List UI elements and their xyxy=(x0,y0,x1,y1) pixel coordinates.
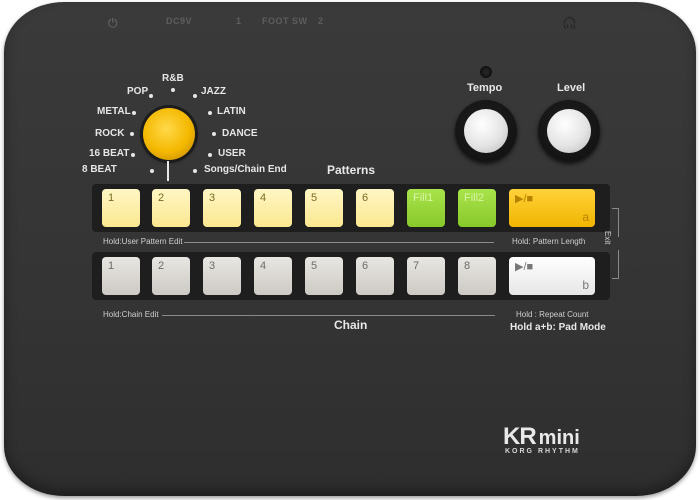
logo-mini: mini xyxy=(538,427,580,449)
pattern-pad-fill2[interactable]: Fill2 xyxy=(458,189,496,227)
pattern-pad-4[interactable]: 4 xyxy=(254,189,292,227)
exit-label: Exit xyxy=(603,231,612,245)
hold-divider xyxy=(184,242,494,243)
play-stop-b-label: ▶/■ xyxy=(515,261,534,273)
style-option-songs-chain-end: Songs/Chain End xyxy=(204,164,287,175)
pattern-pad-1[interactable]: 1 xyxy=(102,189,140,227)
headphone-icon: 🎧 xyxy=(562,16,578,30)
chain-pad-7[interactable]: 7 xyxy=(407,257,445,295)
chain-pad-5[interactable]: 5 xyxy=(305,257,343,295)
style-dot xyxy=(193,94,197,98)
logo-subtitle: KORG RHYTHM xyxy=(505,448,580,455)
dc-input-label: DC9V xyxy=(166,16,193,26)
chain-pad-1[interactable]: 1 xyxy=(102,257,140,295)
style-dot xyxy=(149,94,153,98)
chain-title: Chain xyxy=(334,318,368,332)
chain-pad-row: 1 2 3 4 5 6 7 8 ▶/■ b xyxy=(92,252,610,300)
play-stop-a-label: ▶/■ xyxy=(515,193,534,205)
style-option-16beat: 16 BEAT xyxy=(89,148,130,159)
patterns-title: Patterns xyxy=(327,163,376,177)
foot-sw-label: FOOT SW xyxy=(262,16,308,26)
chain-pad-4[interactable]: 4 xyxy=(254,257,292,295)
style-selector-knob[interactable] xyxy=(143,108,195,160)
chain-pad-8[interactable]: 8 xyxy=(458,257,496,295)
pattern-pad-3[interactable]: 3 xyxy=(203,189,241,227)
play-stop-b-button[interactable]: ▶/■ b xyxy=(509,257,595,295)
patterns-pad-row: 1 2 3 4 5 6 Fill1 Fill2 ▶/■ a xyxy=(92,184,610,232)
style-option-8beat: 8 BEAT xyxy=(82,164,117,175)
pattern-pad-2[interactable]: 2 xyxy=(152,189,190,227)
pattern-pad-6[interactable]: 6 xyxy=(356,189,394,227)
drum-machine-body xyxy=(4,2,696,496)
hold-chain-edit: Hold:Chain Edit xyxy=(103,310,159,319)
hold-user-pattern-edit: Hold:User Pattern Edit xyxy=(103,237,183,246)
style-dot xyxy=(193,169,197,173)
style-dot xyxy=(130,132,134,136)
foot-sw-2-label: 2 xyxy=(318,16,324,26)
style-option-pop: POP xyxy=(127,86,149,97)
play-stop-a-sub: a xyxy=(582,210,589,224)
style-dot xyxy=(171,88,175,92)
style-option-jazz: JAZZ xyxy=(201,86,226,97)
tempo-led xyxy=(481,67,491,77)
selector-indicator xyxy=(167,161,169,181)
foot-sw-1-label: 1 xyxy=(236,16,242,26)
connector-strip: ⏻ DC9V 1 FOOT SW 2 🎧 xyxy=(0,10,700,34)
style-option-metal: METAL xyxy=(97,106,131,117)
pattern-pad-5[interactable]: 5 xyxy=(305,189,343,227)
style-option-rock: ROCK xyxy=(95,128,125,139)
style-dot xyxy=(131,153,135,157)
kr-mini-logo: KR mini KORG RHYTHM xyxy=(503,423,580,455)
chain-pad-3[interactable]: 3 xyxy=(203,257,241,295)
style-dot xyxy=(208,111,212,115)
style-dot xyxy=(132,111,136,115)
pattern-pad-fill1[interactable]: Fill1 xyxy=(407,189,445,227)
tempo-knob[interactable] xyxy=(455,100,517,162)
style-dot xyxy=(150,169,154,173)
style-dot xyxy=(212,132,216,136)
chain-pad-2[interactable]: 2 xyxy=(152,257,190,295)
style-option-latin: LATIN xyxy=(217,106,246,117)
hold-pattern-length: Hold: Pattern Length xyxy=(512,237,586,246)
chain-pad-6[interactable]: 6 xyxy=(356,257,394,295)
power-icon[interactable]: ⏻ xyxy=(108,16,118,31)
play-stop-b-sub: b xyxy=(582,278,589,292)
tempo-label: Tempo xyxy=(467,82,503,94)
tempo-knob-cap xyxy=(464,109,508,153)
style-dot xyxy=(208,153,212,157)
style-option-user: USER xyxy=(218,148,246,159)
exit-bracket-bottom xyxy=(612,250,619,279)
style-option-dance: DANCE xyxy=(222,128,258,139)
style-option-rnb: R&B xyxy=(162,73,184,84)
chain-hold-divider xyxy=(162,315,495,316)
play-stop-a-button[interactable]: ▶/■ a xyxy=(509,189,595,227)
pad-mode-label: Hold a+b: Pad Mode xyxy=(510,322,606,333)
level-knob[interactable] xyxy=(538,100,600,162)
logo-kr: KR xyxy=(503,423,537,450)
level-label: Level xyxy=(557,82,586,94)
hold-repeat-count: Hold : Repeat Count xyxy=(516,310,589,319)
exit-bracket-top xyxy=(612,208,619,237)
level-knob-cap xyxy=(547,109,591,153)
